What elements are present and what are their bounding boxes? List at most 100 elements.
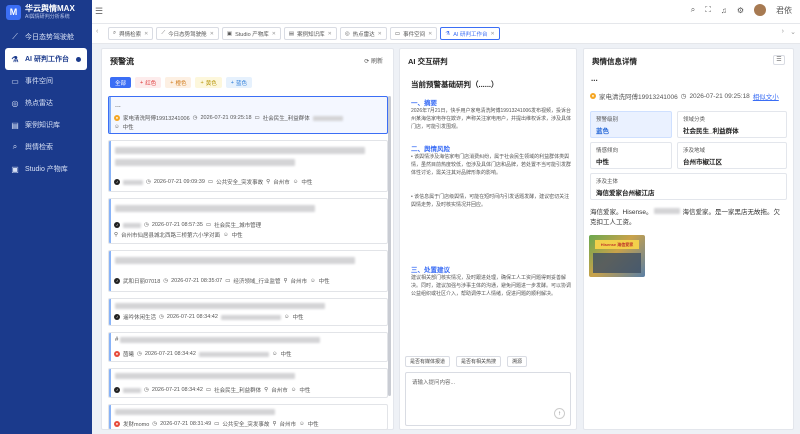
flask-icon: ⚗	[11, 54, 19, 64]
input-placeholder: 请输入提问内容...	[412, 380, 456, 386]
chevron-down-icon[interactable]: ⌄	[790, 28, 796, 36]
tab-studio[interactable]: ▣ Studio 产物库 ✕	[221, 27, 281, 40]
card-meta-2: ⚲ 台州市仙居县城北西路三桥第六小学对面 ☺ 中性	[114, 231, 243, 239]
send-icon[interactable]: ↑	[554, 408, 565, 419]
tab-cases[interactable]: ▤ 案例知识库 ✕	[283, 27, 337, 40]
tag-icon: ▭	[225, 278, 231, 284]
evidence-image[interactable]: Hisense 海信爱家	[589, 235, 645, 277]
close-icon[interactable]: ✕	[210, 31, 214, 37]
card-tag: 社会民生_城市管理	[214, 223, 262, 229]
warning-card[interactable]: ♪ 武和日丽07018 ◷ 2026-07-21 08:35:07 ▭ 经济领域_行业监管…	[108, 250, 388, 292]
warning-card[interactable]: ♪ 遥吟休闲生活 ◷ 2026-07-21 08:34:42 ☺ 中性	[108, 298, 388, 326]
archive-icon: ▣	[11, 164, 19, 174]
chevron-right-icon[interactable]: ›	[782, 28, 784, 35]
settings-icon[interactable]: ⚙	[737, 6, 744, 15]
warning-card[interactable]: ♪ ◷ 2026-07-21 09:09:39 ▭ 公共安全_突发事故 ⚲ 台州市 ☺ 中性	[108, 140, 388, 192]
detail-time: 2026-07-21 09:25:18	[689, 92, 750, 100]
sidebar-item-ai-workbench[interactable]: ⚗ AI 研判工作台	[5, 48, 87, 70]
smile-icon: ☺	[271, 351, 278, 357]
level-indicator	[109, 299, 111, 325]
card-sent: 中性	[318, 279, 330, 285]
field-key: 涉及主体	[596, 179, 619, 185]
plus-icon: +	[200, 79, 204, 86]
blurred-text	[115, 257, 355, 264]
card-loc: 台州市	[290, 279, 307, 285]
chip-orange[interactable]: + 橙色	[165, 77, 192, 88]
clock-icon: ◷	[163, 278, 169, 284]
blurred-text	[115, 159, 295, 166]
chevron-left-icon[interactable]: ‹	[96, 28, 98, 35]
source-icon: ●	[114, 351, 120, 357]
avatar[interactable]	[754, 4, 766, 16]
detail-source: 家电清洗阿傅19913241006	[599, 94, 678, 101]
close-icon[interactable]: ✕	[490, 31, 494, 37]
blurred-text	[220, 314, 281, 320]
close-icon[interactable]: ✕	[144, 31, 148, 37]
search-icon[interactable]: ⌕	[691, 5, 695, 15]
blurred-text	[312, 115, 343, 121]
chip-all[interactable]: 全部	[110, 77, 132, 88]
close-icon[interactable]: ✕	[378, 31, 382, 37]
tab-search[interactable]: ⌕ 舆情检索 ✕	[108, 27, 154, 40]
warning-card[interactable]: ♪ ◷ 2026-07-21 08:34:42 ▭ 社会民生_利益群体 ⚲ 台州市 ☺ 中性	[108, 368, 388, 398]
field-key: 领域分类	[683, 117, 706, 123]
chip-label: 黄色	[205, 80, 217, 87]
bell-icon[interactable]: ♫	[721, 6, 727, 15]
sidebar-item-studio[interactable]: ▣ Studio 产物库	[5, 158, 87, 180]
warning-card[interactable]: ... ● 家电清洗阿傅19913241006 ◷ 2026-07-21 09:25:…	[108, 96, 388, 134]
username[interactable]: 君依	[776, 5, 792, 16]
refresh-button[interactable]: ⟳ 刷新	[364, 56, 383, 65]
tab-bar: ‹ ⌕ 舆情检索 ✕ ⟋ 今日态势驾驶舱 ✕ ▣ Studio 产物库 ✕ ▤ 案例知识库 ✕ …	[92, 24, 800, 44]
fullscreen-icon[interactable]: ⛶	[705, 5, 711, 15]
tab-dashboard[interactable]: ⟋ 今日态势驾驶舱 ✕	[156, 27, 219, 40]
chip-blue[interactable]: + 蓝色	[225, 77, 252, 88]
panel-title: 预警流	[110, 57, 134, 66]
sidebar-item-events[interactable]: ▭ 事件空间	[5, 70, 87, 92]
menu-toggle-icon[interactable]: ☰	[95, 6, 103, 17]
blurred-text	[115, 147, 365, 154]
chip-red[interactable]: + 红色	[135, 77, 162, 88]
close-icon[interactable]: ✕	[428, 31, 432, 37]
warning-card[interactable]: ● 发财momo ◷ 2026-07-21 08:31:49 ▭ 公共安全_突发事故 ⚲ 台州…	[108, 404, 388, 430]
quick-ask-trending-button[interactable]: 是否有相关热搜	[456, 356, 502, 367]
question-input[interactable]: 请输入提问内容... ↑	[405, 372, 571, 426]
sidebar-item-search[interactable]: ⌕ 舆情检索	[5, 136, 87, 158]
chip-yellow[interactable]: + 黄色	[195, 77, 222, 88]
detail-heading: ...	[591, 74, 598, 83]
tag-icon: ▭	[205, 387, 212, 393]
plus-icon: +	[140, 79, 144, 86]
folder-icon: ▭	[11, 76, 19, 86]
quick-ask-media-button[interactable]: 是否有媒体报道	[405, 356, 451, 367]
card-time: 2026-07-21 08:57:35	[151, 222, 203, 228]
sidebar: M 华云舆情MAX AI舆情研判分析系统 ⟋ 今日态势驾驶舱 ⚗ AI 研判工作台 …	[0, 0, 92, 434]
warning-card[interactable]: ♪ ◷ 2026-07-21 08:57:35 ▭ 社会民生_城市管理 ⚲ 台州市仙居县城…	[108, 198, 388, 244]
detail-meta: ● 家电清洗阿傅19913241006 ◷ 2026-07-21 09:25:18 相似…	[590, 91, 779, 101]
quick-ask-trace-button[interactable]: 溯源	[507, 356, 528, 367]
level-indicator	[109, 251, 111, 291]
sidebar-item-cases[interactable]: ▤ 案例知识库	[5, 114, 87, 136]
similar-link[interactable]: 相似文小	[753, 91, 779, 101]
close-icon[interactable]: ✕	[328, 31, 332, 37]
clock-icon: ◷	[146, 179, 151, 185]
sidebar-item-dashboard[interactable]: ⟋ 今日态势驾驶舱	[5, 26, 87, 48]
tag-icon: ▭	[207, 179, 214, 185]
card-source: 家电清洗阿傅19913241006	[123, 116, 190, 122]
tab-label: 事件空间	[403, 31, 426, 38]
tab-label: Studio 产物库	[235, 31, 269, 38]
scrollbar[interactable]	[388, 96, 391, 396]
blurred-text	[115, 205, 315, 212]
sidebar-item-label: 案例知识库	[25, 122, 60, 129]
tab-label: 热点雷达	[352, 31, 375, 38]
list-icon[interactable]: ☰	[773, 55, 785, 65]
smile-icon: ☺	[292, 179, 299, 185]
warning-card[interactable]: # ● 茵曦 ◷ 2026-07-21 08:34:42 ☺ 中性	[108, 332, 388, 362]
card-time: 2026-07-21 08:34:42	[151, 387, 203, 393]
tab-events[interactable]: ▭ 事件空间 ✕	[389, 27, 438, 40]
tab-radar[interactable]: ◎ 热点雷达 ✕	[339, 27, 387, 40]
sidebar-item-radar[interactable]: ◎ 热点雷达	[5, 92, 87, 114]
section-summary: 一、摘要	[411, 100, 437, 107]
region-field: 涉及地域 台州市椒江区	[677, 142, 787, 169]
close-icon[interactable]: ✕	[272, 31, 276, 37]
level-indicator	[109, 141, 111, 191]
tab-ai-workbench[interactable]: ⚗ AI 研判工作台 ✕	[440, 27, 500, 40]
